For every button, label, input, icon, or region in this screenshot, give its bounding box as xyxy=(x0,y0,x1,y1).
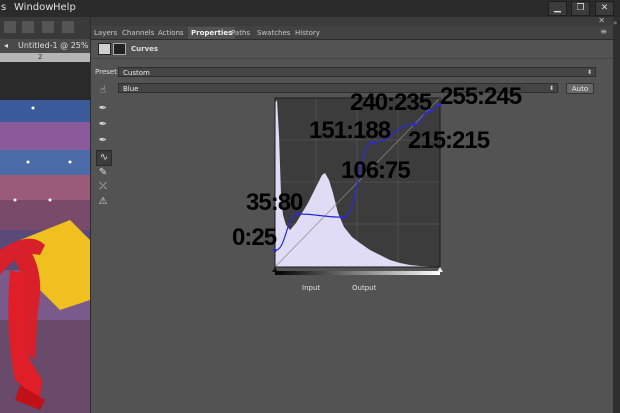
input-gradient-bar xyxy=(275,271,440,275)
white-slider-icon xyxy=(437,267,443,272)
auto-button[interactable]: Auto xyxy=(566,83,594,94)
pencil-draw-icon[interactable]: ✎ xyxy=(96,166,110,180)
curve-point-5[interactable] xyxy=(428,109,432,113)
panel-menu-icon[interactable]: ≡ xyxy=(600,27,607,36)
canvas-gap xyxy=(0,62,90,100)
curve-point-2[interactable] xyxy=(342,215,346,219)
curve-point-tool-icon[interactable]: ∿ xyxy=(96,150,112,166)
tool-option-icon xyxy=(42,21,54,33)
tab-arrow-icon[interactable]: ◂ xyxy=(4,41,8,50)
curve-point-3[interactable] xyxy=(371,140,375,144)
tab-swatches[interactable]: Swatches xyxy=(257,27,290,39)
ruler-mark: 2 xyxy=(38,53,43,61)
panel-topbar: ✕ xyxy=(91,16,613,26)
document-tab[interactable]: ◂ Untitled-1 @ 25% (C xyxy=(0,39,90,53)
minimize-button[interactable]: ▁ xyxy=(548,1,567,16)
tab-layers[interactable]: Layers xyxy=(94,27,117,39)
smooth-curve-icon[interactable]: ⤫ xyxy=(96,180,110,194)
curve-point-0[interactable] xyxy=(273,248,277,252)
tab-paths[interactable]: Paths xyxy=(231,27,250,39)
preset-label: Preset: xyxy=(95,68,120,76)
tool-option-icon xyxy=(4,21,16,33)
panel-collapse-icon[interactable]: » xyxy=(613,19,617,27)
curves-adjustment-icon xyxy=(98,43,111,55)
panel-close-icon[interactable]: ✕ xyxy=(598,16,605,25)
tab-channels[interactable]: Channels xyxy=(122,27,154,39)
document-tab-label: Untitled-1 @ 25% (C xyxy=(18,41,90,50)
preset-value: Custom xyxy=(123,69,150,77)
menu-bar: s Window Help ▁ ❐ ✕ xyxy=(0,0,620,17)
preset-dropdown[interactable]: Custom ⬍ xyxy=(118,67,596,77)
tool-option-icon xyxy=(22,21,34,33)
tab-history[interactable]: History xyxy=(295,27,320,39)
curve-point-1[interactable] xyxy=(296,212,300,216)
channel-dropdown[interactable]: Blue ⬍ xyxy=(118,83,558,93)
menu-item-help[interactable]: Help xyxy=(53,2,76,13)
tab-actions[interactable]: Actions xyxy=(158,27,184,39)
clipping-warning-icon[interactable]: ⚠ xyxy=(96,195,110,209)
canvas-image xyxy=(0,100,90,413)
ruler: 2 xyxy=(0,53,90,62)
curves-graph[interactable]: Input Output xyxy=(230,95,510,295)
layer-mask-icon[interactable] xyxy=(113,43,126,55)
tool-option-icon xyxy=(62,21,74,33)
menu-item-edge[interactable]: s xyxy=(1,2,6,13)
white-point-eyedropper-icon[interactable]: ✒ xyxy=(96,134,110,148)
black-slider-icon xyxy=(272,267,278,272)
tab-properties[interactable]: Properties xyxy=(188,27,236,39)
input-label: Input xyxy=(302,284,320,292)
gray-point-eyedropper-icon[interactable]: ✒ xyxy=(96,118,110,132)
menu-item-window[interactable]: Window xyxy=(14,2,53,13)
black-point-eyedropper-icon[interactable]: ✒ xyxy=(96,102,110,116)
on-image-adjust-icon[interactable]: ☝ xyxy=(96,84,110,98)
close-button[interactable]: ✕ xyxy=(595,1,614,16)
options-bar xyxy=(4,21,74,33)
panel-tabs: Layers Channels Actions Properties Paths… xyxy=(91,26,613,40)
panel-title: Curves xyxy=(131,45,159,53)
curves-header: Curves xyxy=(91,40,613,59)
right-edge: » xyxy=(612,17,620,413)
curve-point-4[interactable] xyxy=(412,123,416,127)
dropdown-arrow-icon: ⬍ xyxy=(586,69,592,76)
channel-value: Blue xyxy=(123,85,139,93)
curve-point-6[interactable] xyxy=(438,103,442,107)
dropdown-arrow-icon: ⬍ xyxy=(548,85,554,92)
output-label: Output xyxy=(352,284,377,292)
restore-button[interactable]: ❐ xyxy=(571,1,590,16)
